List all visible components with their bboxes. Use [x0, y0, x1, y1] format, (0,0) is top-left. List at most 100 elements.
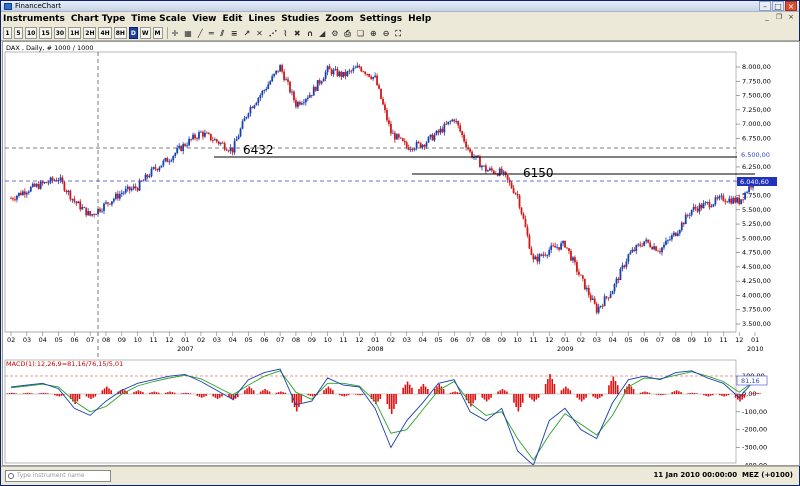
price-tick-label: 5.500,00 [742, 206, 771, 214]
delete-lines-icon[interactable]: ✖ [292, 27, 303, 39]
macd-hist-bar [696, 393, 698, 394]
month-label: 05 [624, 336, 632, 344]
macd-hist-bar [664, 394, 667, 395]
maximize-button[interactable]: □ [772, 1, 784, 11]
menu-view[interactable]: View [192, 14, 216, 24]
price-candle [388, 120, 390, 124]
price-candle [320, 81, 323, 84]
price-candle [61, 177, 64, 183]
price-candle [105, 202, 107, 204]
mdi-close-icon[interactable]: × [786, 13, 796, 23]
menu-chart-type[interactable]: Chart Type [71, 14, 125, 24]
period-monthly-button[interactable]: M [152, 27, 163, 39]
menu-studies[interactable]: Studies [281, 14, 319, 24]
macd-hist-bar [323, 390, 325, 394]
period-weekly-button[interactable]: W [139, 27, 151, 39]
grid-icon[interactable]: ▦ [182, 27, 194, 39]
settings-tool-icon[interactable]: ⚙ [329, 27, 340, 39]
price-candle [536, 256, 539, 262]
macd-hist-bar [580, 394, 583, 402]
instrument-search-input[interactable]: Type instrument name [5, 470, 111, 482]
macd-hist-bar [594, 394, 597, 398]
copy-icon[interactable]: ❏ [355, 27, 366, 39]
macd-hist-bar [108, 388, 110, 394]
trend-channel-icon[interactable]: ⫽ [218, 27, 227, 39]
macd-hist-bar [628, 384, 630, 394]
macd-hist-bar [142, 392, 144, 394]
period-2h-button[interactable]: 2H [83, 27, 97, 39]
mdi-restore-icon[interactable]: ❐ [774, 13, 784, 23]
cross-tool-icon[interactable]: ✕ [254, 27, 265, 39]
macd-hist-bar [503, 390, 506, 394]
line-tool-icon[interactable]: ╱ [196, 27, 205, 39]
macd-hist-bar [282, 392, 284, 394]
mdi-minimize-icon[interactable]: _ [762, 13, 772, 23]
arrow-tool-icon[interactable]: ↗ [241, 27, 252, 39]
fibonacci-icon[interactable]: ≡ [229, 27, 240, 39]
zoom-out-icon[interactable]: ⊖ [381, 27, 392, 39]
price-candle [570, 251, 572, 261]
period-1-button[interactable]: 1 [3, 27, 12, 39]
macd-hist-bar [58, 394, 61, 397]
fan-tool-icon[interactable]: ⋰ [267, 27, 279, 39]
menu-lines[interactable]: Lines [248, 14, 275, 24]
zoom-in-icon[interactable]: ⊕ [368, 27, 379, 39]
macd-hist-bar [411, 387, 413, 394]
price-candle [328, 66, 331, 70]
period-8h-button[interactable]: 8H [113, 27, 127, 39]
macd-hist-bar [671, 392, 674, 394]
chart-area[interactable]: DAX , Daily, # 1000 / 1000 8.000,00 7.750… [2, 41, 800, 469]
period-10-button[interactable]: 10 [25, 27, 38, 39]
price-candle [728, 198, 731, 203]
macd-hist-bar [630, 386, 633, 394]
macd-hist-bar [157, 392, 160, 394]
price-candle [696, 208, 699, 212]
period-1h-button[interactable]: 1H [68, 27, 82, 39]
fit-icon[interactable]: ⛶ [393, 27, 403, 39]
macd-hist-bar [200, 394, 203, 398]
macd-hist-bar [246, 388, 248, 394]
price-candle [360, 67, 363, 72]
price-tick-label: 7.750,00 [742, 77, 771, 85]
macd-hist-bar [31, 393, 33, 394]
price-candle [672, 232, 675, 236]
price-candle [103, 203, 105, 211]
macd-hist-bar [673, 391, 676, 394]
menu-settings[interactable]: Settings [360, 14, 402, 24]
price-candle [346, 71, 349, 76]
menu-edit[interactable]: Edit [223, 14, 243, 24]
close-button[interactable]: × [785, 1, 797, 11]
price-candle [289, 81, 291, 93]
price-tick-label: 7.000,00 [742, 120, 771, 128]
cycle-tool-icon[interactable]: ⌇ [281, 27, 290, 39]
price-candle [233, 140, 236, 153]
chart-svg[interactable]: DAX , Daily, # 1000 / 1000 8.000,00 7.750… [3, 42, 799, 469]
period-5-button[interactable]: 5 [14, 27, 23, 39]
menu-zoom[interactable]: Zoom [325, 14, 353, 24]
menu-instruments[interactable]: Instruments [3, 14, 65, 24]
price-candle [429, 134, 432, 137]
price-candle [219, 142, 222, 144]
period-15-button[interactable]: 15 [39, 27, 52, 39]
period-daily-button[interactable]: D [128, 27, 138, 39]
price-candle [469, 149, 471, 152]
menu-time-scale[interactable]: Time Scale [131, 14, 186, 24]
price-candle [546, 255, 549, 256]
macd-hist-bar [388, 394, 391, 409]
menu-help[interactable]: Help [408, 14, 431, 24]
price-candle [647, 239, 650, 243]
month-label: 08 [102, 336, 110, 344]
period-30-button[interactable]: 30 [53, 27, 67, 39]
print-icon[interactable]: ⎙ [342, 27, 352, 39]
macd-hist-bar [42, 392, 45, 394]
macd-hist-bar [259, 391, 262, 394]
price-candle [273, 73, 276, 77]
hline-tool-icon[interactable]: ═ [207, 27, 216, 39]
price-candle [124, 188, 127, 193]
magnet-icon[interactable]: ∩ [305, 27, 316, 39]
crosshair-icon[interactable]: ✛ [170, 27, 181, 39]
macd-hist-bar [709, 394, 712, 396]
period-4h-button[interactable]: 4H [98, 27, 112, 39]
eraser-icon[interactable]: ◢ [317, 27, 327, 39]
minimize-button[interactable]: – [759, 1, 771, 11]
